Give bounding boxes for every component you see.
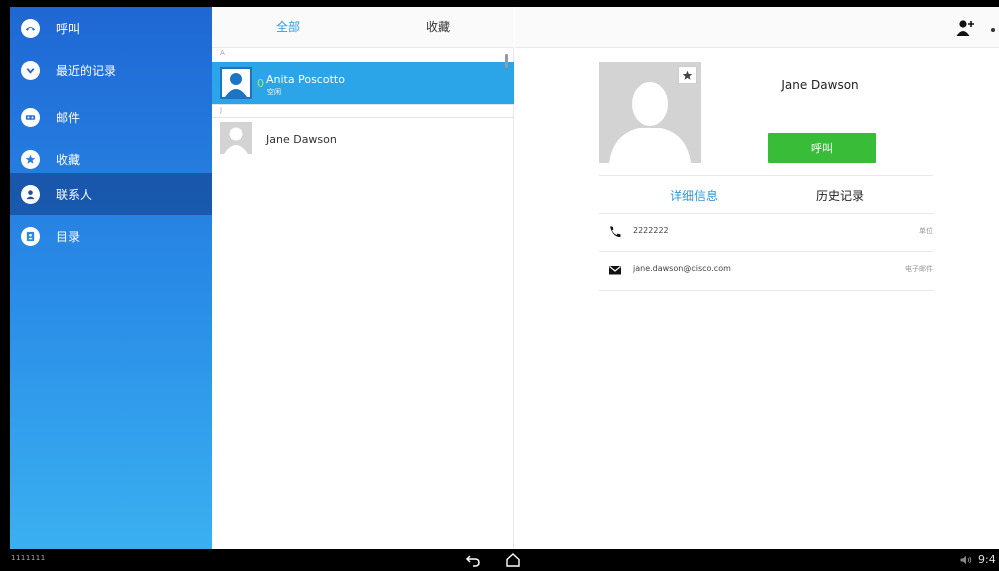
divider [599, 290, 933, 291]
email-icon [609, 266, 621, 275]
list-tabs: 全部 收藏 [212, 7, 514, 48]
volume-icon [960, 555, 972, 565]
call-button[interactable]: 呼叫 [768, 133, 876, 163]
favorite-star-icon[interactable] [678, 66, 697, 84]
directory-icon [21, 226, 40, 246]
system-note: 1111111 [11, 554, 46, 562]
section-letter: A [220, 49, 225, 57]
email-address: jane.dawson@cisco.com [633, 264, 731, 273]
tab-favorites[interactable]: 收藏 [398, 7, 478, 48]
tab-all[interactable]: 全部 [248, 7, 328, 48]
sidebar-item-contacts[interactable]: 联系人 [10, 173, 212, 215]
contact-list-panel: 全部 收藏 A 0 Anita Poscotto 空闲 J Jane Dawso… [212, 7, 514, 549]
phone-number: 2222222 [633, 226, 669, 235]
avatar [220, 67, 252, 99]
avatar [220, 122, 252, 154]
contact-name: Anita Poscotto [266, 73, 345, 86]
sidebar-item-call[interactable]: 呼叫 [10, 7, 212, 49]
sidebar-item-label: 目录 [56, 229, 81, 244]
contact-detail-panel: Jane Dawson 呼叫 详细信息 历史记录 2222222 单位 jane… [515, 7, 999, 549]
contact-row-anita[interactable]: 0 Anita Poscotto 空闲 [212, 62, 514, 104]
phone-icon [610, 226, 621, 238]
sidebar-item-voicemail[interactable]: 邮件 [10, 96, 212, 138]
divider [599, 175, 933, 176]
sidebar-item-recents[interactable]: 最近的记录 [10, 49, 212, 91]
system-nav-bar: 1111111 9:4 [0, 549, 999, 571]
sidebar-item-directory[interactable]: 目录 [10, 215, 212, 257]
voicemail-icon [21, 107, 40, 127]
clock: 9:4 [978, 553, 996, 566]
overflow-menu-icon[interactable] [991, 28, 995, 32]
back-icon[interactable] [465, 552, 481, 568]
tab-history[interactable]: 历史记录 [780, 187, 900, 204]
phone-icon [21, 18, 40, 38]
email-type: 电子邮件 [905, 265, 933, 273]
sidebar: 呼叫 最近的记录 邮件 收藏 联系人 目录 [10, 7, 212, 549]
sidebar-item-label: 邮件 [56, 110, 81, 125]
email-entry[interactable]: jane.dawson@cisco.com 电子邮件 [599, 252, 933, 290]
add-contact-icon[interactable] [956, 19, 976, 37]
detail-contact-name: Jane Dawson [781, 78, 859, 92]
phone-entry[interactable]: 2222222 单位 [599, 214, 933, 252]
contact-status: 空闲 [267, 88, 281, 96]
contact-row-jane[interactable]: Jane Dawson [212, 118, 514, 160]
tab-details[interactable]: 详细信息 [634, 187, 754, 204]
scrollbar-thumb[interactable] [505, 54, 508, 68]
detail-toolbar [515, 7, 999, 48]
phone-type: 单位 [919, 227, 933, 235]
star-icon [21, 149, 40, 169]
status-indicator: 0 [257, 77, 264, 90]
section-letter: J [220, 106, 223, 114]
contact-name: Jane Dawson [266, 133, 337, 146]
home-icon[interactable] [505, 552, 521, 568]
divider [212, 104, 514, 105]
app-screen: 呼叫 最近的记录 邮件 收藏 联系人 目录 全部 收藏 A 0 Anita Po… [10, 7, 999, 549]
sidebar-item-label: 收藏 [56, 152, 81, 167]
sidebar-item-label: 最近的记录 [56, 63, 117, 78]
person-icon [21, 184, 40, 204]
recents-icon [21, 60, 40, 80]
sidebar-item-label: 呼叫 [56, 21, 81, 36]
sidebar-item-label: 联系人 [56, 187, 93, 202]
